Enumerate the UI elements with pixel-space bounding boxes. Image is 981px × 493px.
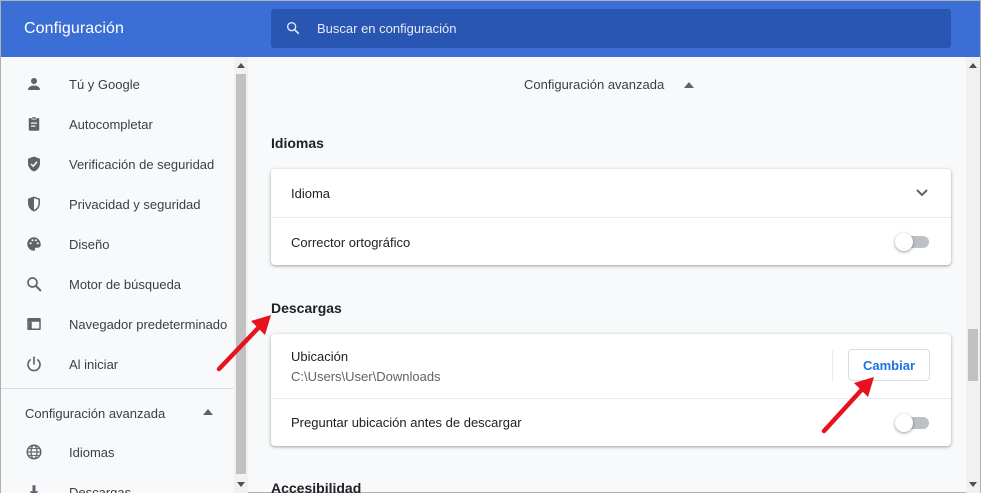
settings-main: Configuración avanzada Idiomas Idioma Co… (248, 57, 966, 493)
toggle-knob (895, 233, 913, 251)
search-box[interactable] (271, 9, 951, 48)
language-label: Idioma (291, 186, 331, 201)
search-icon (27, 277, 42, 292)
page-title: Configuración (24, 20, 125, 37)
clipboard-icon (28, 116, 40, 131)
toggle-knob (895, 414, 913, 432)
change-location-button[interactable]: Cambiar (848, 349, 930, 381)
ask-location-row[interactable]: Preguntar ubicación antes de descargar (271, 399, 951, 446)
sidebar-scrollbar[interactable] (234, 57, 248, 493)
download-location-row: Ubicación C:\Users\User\Downloads Cambia… (271, 334, 951, 398)
main-scrollbar-thumb[interactable] (968, 329, 978, 381)
scroll-up-icon[interactable] (237, 63, 245, 68)
search-input[interactable] (317, 9, 937, 48)
sidebar-item-label: Descargas (69, 485, 132, 493)
shield-icon (28, 196, 40, 212)
location-label: Ubicación (291, 349, 349, 364)
sidebar-item-label: Privacidad y seguridad (69, 197, 201, 212)
ask-location-toggle[interactable] (895, 414, 929, 432)
ask-location-label: Preguntar ubicación antes de descargar (291, 415, 522, 430)
sidebar-item-languages[interactable]: Idiomas (1, 432, 234, 472)
languages-section-title: Idiomas (271, 135, 324, 151)
sidebar-item-label: Tú y Google (69, 77, 140, 92)
spellcheck-row[interactable]: Corrector ortográfico (271, 218, 951, 265)
person-icon (28, 78, 40, 90)
sidebar-item-label: Navegador predeterminado (69, 317, 228, 332)
accessibility-section-title: Accesibilidad (271, 480, 362, 493)
sidebar-item-you-and-google[interactable]: Tú y Google (1, 64, 234, 104)
sidebar-advanced-toggle[interactable]: Configuración avanzada (25, 406, 165, 421)
row-vertical-divider (832, 350, 833, 382)
sidebar-item-privacy[interactable]: Privacidad y seguridad (1, 184, 234, 224)
sidebar-item-label: Idiomas (69, 445, 115, 460)
scroll-down-icon[interactable] (969, 482, 977, 487)
sidebar-item-on-startup[interactable]: Al iniciar (1, 344, 234, 384)
browser-icon (27, 318, 41, 330)
language-row[interactable]: Idioma (271, 169, 951, 217)
sidebar-item-downloads[interactable]: Descargas (1, 472, 234, 493)
languages-card: Idioma Corrector ortográfico (271, 169, 951, 265)
scroll-down-icon[interactable] (237, 482, 245, 487)
globe-icon (26, 444, 42, 460)
scroll-up-icon[interactable] (969, 63, 977, 68)
shield-check-icon (28, 156, 40, 172)
arrow-up-icon[interactable] (684, 82, 694, 88)
sidebar-scrollbar-thumb[interactable] (236, 74, 246, 474)
sidebar-item-label: Autocompletar (69, 117, 153, 132)
downloads-card: Ubicación C:\Users\User\Downloads Cambia… (271, 334, 951, 446)
sidebar-item-autofill[interactable]: Autocompletar (1, 104, 234, 144)
sidebar-item-safety-check[interactable]: Verificación de seguridad (1, 144, 234, 184)
search-icon (287, 21, 300, 35)
sidebar-item-search-engine[interactable]: Motor de búsqueda (1, 264, 234, 304)
sidebar-item-default-browser[interactable]: Navegador predeterminado (1, 304, 234, 344)
spellcheck-toggle[interactable] (895, 233, 929, 251)
main-scrollbar[interactable] (966, 57, 980, 493)
power-icon (27, 356, 41, 372)
sidebar-item-label: Verificación de seguridad (69, 157, 215, 172)
palette-icon (27, 237, 41, 251)
download-icon (29, 485, 39, 493)
arrow-up-icon[interactable] (203, 409, 213, 415)
spellcheck-label: Corrector ortográfico (291, 235, 411, 250)
sidebar-item-appearance[interactable]: Diseño (1, 224, 234, 264)
app-header: Configuración (1, 1, 980, 57)
chevron-down-icon[interactable] (916, 189, 928, 197)
location-path: C:\Users\User\Downloads (291, 369, 441, 384)
sidebar-item-label: Motor de búsqueda (69, 277, 182, 292)
sidebar: Tú y Google Autocompletar Verificación d… (1, 57, 234, 493)
sidebar-divider (1, 388, 234, 389)
advanced-heading[interactable]: Configuración avanzada (524, 77, 664, 92)
downloads-section-title: Descargas (271, 300, 342, 316)
sidebar-item-label: Diseño (69, 237, 110, 252)
sidebar-item-label: Al iniciar (69, 357, 119, 372)
